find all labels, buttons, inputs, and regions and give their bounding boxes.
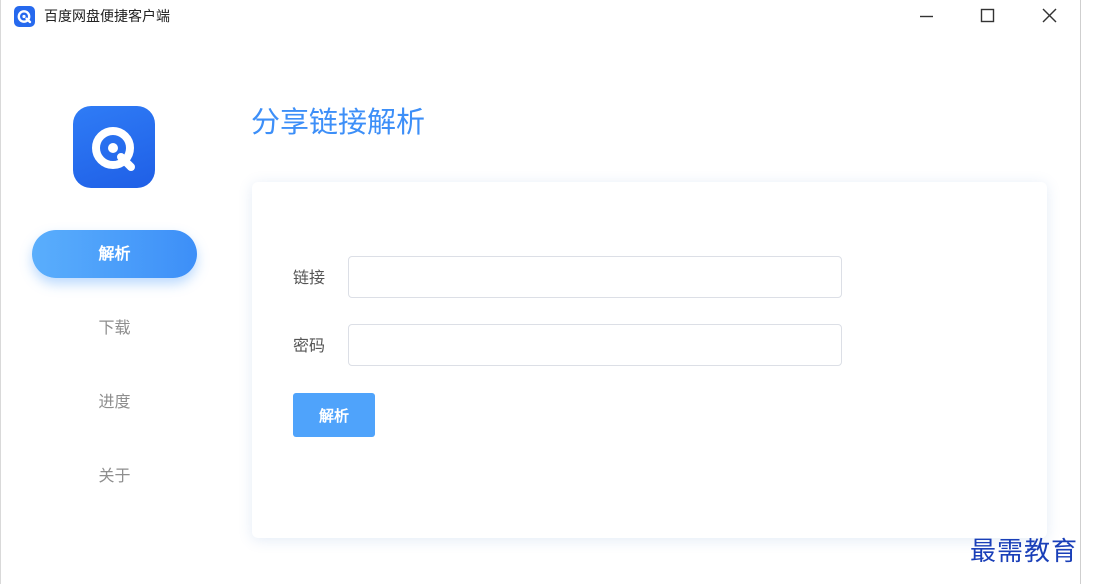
sidebar-item-parse[interactable]: 解析	[32, 230, 197, 278]
minimize-icon	[920, 15, 933, 18]
link-input[interactable]	[348, 256, 842, 298]
page-title: 分享链接解析	[251, 105, 426, 139]
app-logo-icon	[14, 6, 35, 27]
app-window: 百度网盘便捷客户端 解析 下载 进度 关于 分享链接解析 链接 密码 解析	[0, 0, 1081, 584]
minimize-button[interactable]	[903, 0, 949, 32]
app-logo	[73, 106, 155, 188]
watermark: 最需教育	[970, 537, 1079, 567]
parse-button[interactable]: 解析	[293, 393, 375, 437]
sidebar-item-label: 进度	[98, 392, 131, 411]
sidebar-item-progress[interactable]: 进度	[32, 378, 197, 426]
close-button[interactable]	[1026, 0, 1072, 32]
password-input[interactable]	[348, 324, 842, 366]
sidebar-item-label: 下载	[98, 318, 131, 337]
close-icon	[1042, 8, 1057, 23]
sidebar-item-label: 关于	[98, 466, 131, 485]
link-label: 链接	[293, 268, 326, 287]
maximize-icon	[980, 8, 995, 23]
sidebar-item-label: 解析	[98, 244, 131, 263]
app-logo-icon	[92, 127, 135, 171]
parse-form-card: 链接 密码 解析	[252, 182, 1047, 538]
sidebar-item-about[interactable]: 关于	[32, 452, 197, 500]
window-title: 百度网盘便捷客户端	[44, 9, 170, 25]
sidebar-item-download[interactable]: 下载	[32, 304, 197, 352]
password-label: 密码	[293, 336, 326, 355]
maximize-button[interactable]	[964, 0, 1010, 32]
title-bar[interactable]: 百度网盘便捷客户端	[1, 0, 1081, 34]
